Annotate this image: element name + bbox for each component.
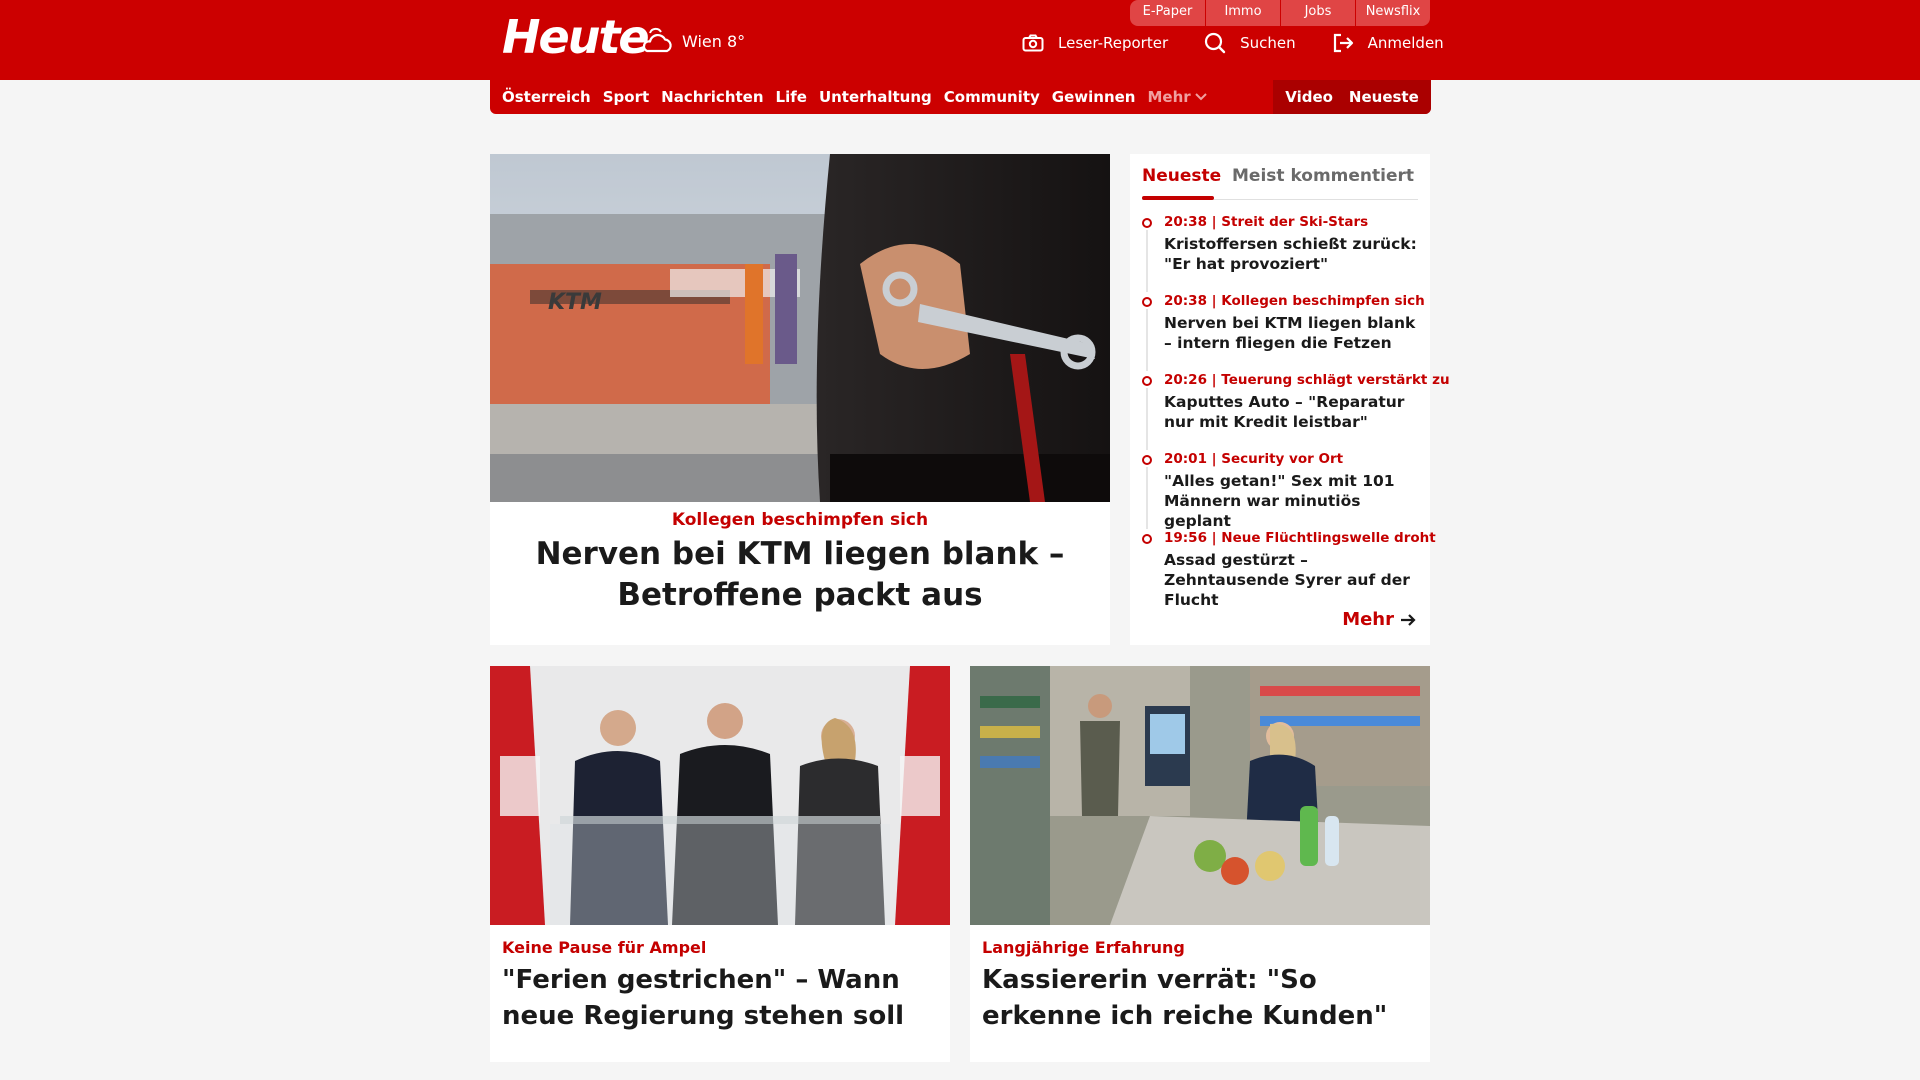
utility-link-jobs[interactable]: Jobs [1280,0,1355,26]
site-header: Heute Wien 8° E-Paper Immo Jobs Newsflix… [0,0,1920,80]
feed-item-meta: 20:01 | Security vor Ort [1164,451,1344,467]
timeline-dot-icon [1142,455,1152,465]
article-card-kicker[interactable]: Keine Pause für Ampel [502,938,706,957]
article-card-image[interactable] [970,666,1430,925]
nav-item-community[interactable]: Community [944,88,1040,106]
feed-item-meta: 19:56 | Neue Flüchtlingswelle droht [1164,530,1436,546]
timeline-dot-icon [1142,534,1152,544]
timeline-line [1146,230,1148,292]
latest-news-sidebar: Neueste Meist kommentiert 20:38 | Streit… [1130,154,1450,645]
article-card-title[interactable]: Kassiererin verrät: "So erkenne ich reic… [982,962,1418,1034]
timeline-dot-icon [1142,297,1152,307]
login-button[interactable]: Anmelden [1332,33,1444,53]
timeline-line [1146,388,1148,450]
nav-item-gewinnen[interactable]: Gewinnen [1052,88,1136,106]
weather-widget[interactable]: Wien 8° [640,27,745,55]
nav-right-links: Video Neueste [1273,80,1431,114]
article-card-image[interactable] [490,666,950,925]
sidebar-more-link[interactable]: Mehr [1342,609,1416,630]
feed-item[interactable]: 20:38 | Kollegen beschimpfen sich Nerven… [1142,293,1425,372]
sidebar-more-label: Mehr [1342,609,1394,630]
nav-item-neueste[interactable]: Neueste [1349,88,1419,106]
feed-item[interactable]: 19:56 | Neue Flüchtlingswelle droht Assa… [1142,530,1436,610]
hero-article[interactable]: KTM Kollegen beschimpfen sich Nerven bei… [490,154,1110,645]
search-label: Suchen [1240,34,1296,52]
search-button[interactable]: Suchen [1204,32,1296,54]
nav-item-oesterreich[interactable]: Österreich [502,88,591,106]
feed-item-meta: 20:38 | Streit der Ski-Stars [1164,214,1369,230]
nav-item-unterhaltung[interactable]: Unterhaltung [819,88,932,106]
header-actions: Leser-Reporter Suchen Anmelden [1022,32,1480,54]
timeline-line [1146,467,1148,529]
tab-neueste[interactable]: Neueste [1142,166,1221,200]
timeline-line [1146,309,1148,371]
nav-item-sport[interactable]: Sport [603,88,649,106]
hero-image[interactable]: KTM [490,154,1110,502]
svg-text:KTM: KTM [548,290,602,315]
nav-item-nachrichten[interactable]: Nachrichten [661,88,763,106]
sidebar-tabs: Neueste Meist kommentiert [1142,162,1418,200]
article-card-title[interactable]: "Ferien gestrichen" – Wann neue Regierun… [502,962,938,1034]
login-icon [1333,33,1353,53]
camera-icon [1022,34,1044,52]
login-label: Anmelden [1367,34,1444,52]
feed-item-meta: 20:26 | Teuerung schlägt verstärkt zu [1164,372,1450,388]
feed-item[interactable]: 20:01 | Security vor Ort "Alles getan!" … [1142,451,1418,530]
feed-item[interactable]: 20:38 | Streit der Ski-Stars Kristoffers… [1142,214,1418,293]
utility-link-immo[interactable]: Immo [1205,0,1280,26]
nav-item-life[interactable]: Life [776,88,807,106]
nav-more-dropdown[interactable]: Mehr [1147,88,1207,106]
nav-item-video[interactable]: Video [1285,88,1333,106]
cloud-sun-icon [642,27,672,53]
feed-item-title[interactable]: "Alles getan!" Sex mit 101 Männern war m… [1164,471,1418,531]
utility-links: E-Paper Immo Jobs Newsflix [1130,0,1430,26]
article-card[interactable]: Langjährige Erfahrung Kassiererin verrät… [970,666,1430,1062]
feed-item-meta: 20:38 | Kollegen beschimpfen sich [1164,293,1425,309]
supermarket-photo [970,666,1430,925]
feed-item[interactable]: 20:26 | Teuerung schlägt verstärkt zu Ka… [1142,372,1450,451]
politicians-photo [490,666,950,925]
utility-link-epaper[interactable]: E-Paper [1130,0,1205,26]
nav-more-label: Mehr [1147,88,1191,106]
utility-link-newsflix[interactable]: Newsflix [1355,0,1430,26]
timeline-dot-icon [1142,376,1152,386]
hero-kicker[interactable]: Kollegen beschimpfen sich [490,510,1110,530]
news-feed: 20:38 | Streit der Ski-Stars Kristoffers… [1142,214,1450,610]
search-icon [1205,32,1226,54]
article-card[interactable]: Keine Pause für Ampel "Ferien gestrichen… [490,666,950,1062]
site-logo[interactable]: Heute [502,10,650,64]
weather-label: Wien 8° [682,31,746,51]
timeline-dot-icon [1142,218,1152,228]
nav-items: Österreich Sport Nachrichten Life Unterh… [502,80,1219,114]
feed-item-title[interactable]: Kaputtes Auto – "Reparatur nur mit Kredi… [1164,392,1418,432]
feed-item-title[interactable]: Kristoffersen schießt zurück: "Er hat pr… [1164,234,1418,274]
feed-item-title[interactable]: Nerven bei KTM liegen blank – intern fli… [1164,313,1418,353]
article-card-kicker[interactable]: Langjährige Erfahrung [982,938,1185,957]
hero-title[interactable]: Nerven bei KTM liegen blank – Betroffene… [530,534,1070,616]
arrow-right-icon [1401,613,1416,626]
leser-reporter-button[interactable]: Leser-Reporter [1022,34,1168,52]
feed-item-title[interactable]: Assad gestürzt – Zehntausende Syrer auf … [1164,550,1418,610]
leser-reporter-label: Leser-Reporter [1058,34,1169,52]
hero-photo: KTM [490,154,1110,502]
tab-meist-kommentiert[interactable]: Meist kommentiert [1232,166,1414,186]
main-nav: Österreich Sport Nachrichten Life Unterh… [490,80,1431,114]
chevron-down-icon [1194,93,1207,101]
